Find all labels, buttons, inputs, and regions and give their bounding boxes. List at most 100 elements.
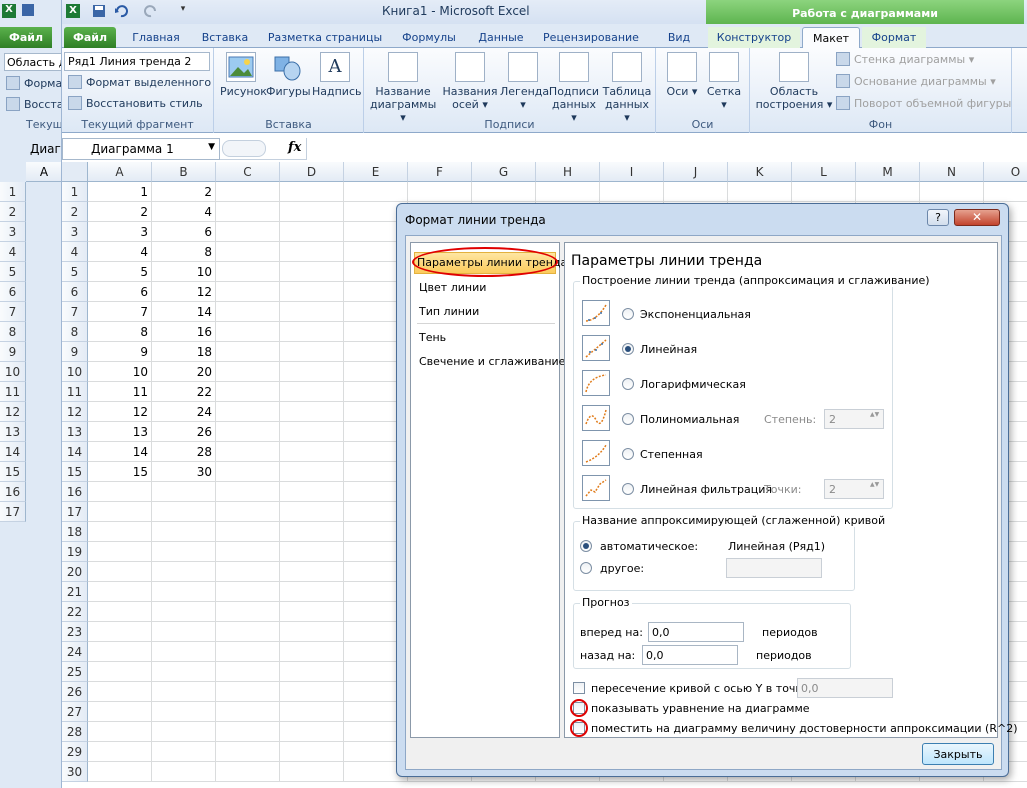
formula-splitter[interactable] (222, 140, 266, 157)
row-header[interactable]: 4 (62, 242, 88, 262)
cell[interactable] (280, 542, 344, 562)
cell[interactable] (216, 562, 280, 582)
picture-button[interactable]: Рисунок (220, 52, 267, 98)
back-restore-button[interactable]: Восста (6, 97, 61, 111)
cell[interactable] (216, 402, 280, 422)
cell[interactable]: 26 (152, 422, 216, 442)
cell[interactable] (408, 182, 472, 202)
cell[interactable]: 8 (88, 322, 152, 342)
cell[interactable] (280, 742, 344, 762)
row-header[interactable]: 2 (62, 202, 88, 222)
help-button[interactable]: ? (927, 209, 949, 226)
cell[interactable]: 10 (88, 362, 152, 382)
nav-glow-soft-edges[interactable]: Свечение и сглаживание (419, 355, 565, 368)
cell[interactable] (280, 722, 344, 742)
cell[interactable] (216, 762, 280, 782)
cell[interactable] (216, 522, 280, 542)
cell[interactable] (152, 522, 216, 542)
cell[interactable] (216, 222, 280, 242)
row-header[interactable]: 9 (62, 342, 88, 362)
row-header[interactable]: 1 (62, 182, 88, 202)
chart-wall-button[interactable]: Стенка диаграммы ▾ (836, 51, 974, 69)
tab-data[interactable]: Данные (472, 27, 530, 48)
cell[interactable] (280, 362, 344, 382)
back-file-tab[interactable]: Файл (0, 27, 52, 48)
cell[interactable] (472, 182, 536, 202)
tab-layout[interactable]: Макет (802, 27, 860, 48)
cell[interactable] (280, 322, 344, 342)
cell[interactable]: 7 (88, 302, 152, 322)
insert-function-icon[interactable]: fx (288, 140, 301, 155)
cell[interactable]: 13 (88, 422, 152, 442)
column-header[interactable]: C (216, 162, 280, 182)
cell[interactable]: 3 (88, 222, 152, 242)
cell[interactable] (216, 342, 280, 362)
tab-insert[interactable]: Вставка (194, 27, 256, 48)
cell[interactable] (152, 742, 216, 762)
row-header[interactable]: 16 (62, 482, 88, 502)
cell[interactable] (216, 262, 280, 282)
cell[interactable] (216, 682, 280, 702)
tab-formulas[interactable]: Формулы (396, 27, 462, 48)
cell[interactable]: 6 (88, 282, 152, 302)
row-header[interactable]: 30 (62, 762, 88, 782)
row-header[interactable]: 25 (62, 662, 88, 682)
cell[interactable] (216, 282, 280, 302)
chart-elements-dropdown[interactable]: Ряд1 Линия тренда 2 (64, 52, 210, 71)
forward-input[interactable]: 0,0 (648, 622, 744, 642)
format-selection-button[interactable]: Формат выделенного (68, 74, 211, 92)
cell[interactable]: 11 (88, 382, 152, 402)
radio-polynomial[interactable] (622, 413, 634, 425)
cell[interactable] (216, 742, 280, 762)
row-header[interactable]: 14 (62, 442, 88, 462)
cell[interactable] (280, 682, 344, 702)
chevron-down-icon[interactable]: ▼ (208, 142, 215, 152)
cell[interactable] (216, 642, 280, 662)
column-header[interactable]: O (984, 162, 1027, 182)
cell[interactable]: 22 (152, 382, 216, 402)
cell[interactable] (280, 402, 344, 422)
radio-exponential[interactable] (622, 308, 634, 320)
cell[interactable] (216, 462, 280, 482)
cell[interactable] (88, 642, 152, 662)
column-header[interactable]: L (792, 162, 856, 182)
cell[interactable] (88, 522, 152, 542)
cell[interactable] (280, 182, 344, 202)
column-header[interactable]: A (88, 162, 152, 182)
label-power[interactable]: Степенная (640, 448, 703, 461)
backward-input[interactable]: 0,0 (642, 645, 738, 665)
cell[interactable] (88, 622, 152, 642)
row-header[interactable]: 23 (62, 622, 88, 642)
radio-name-auto[interactable] (580, 540, 592, 552)
cell[interactable]: 14 (88, 442, 152, 462)
cell[interactable] (152, 722, 216, 742)
formula-input[interactable] (306, 138, 1027, 160)
cell[interactable] (280, 642, 344, 662)
cell[interactable] (216, 702, 280, 722)
data-labels-button[interactable]: Подписи данных ▾ (548, 52, 600, 124)
tab-file[interactable]: Файл (64, 27, 116, 48)
data-table-button[interactable]: Таблица данных ▾ (602, 52, 652, 124)
tab-view[interactable]: Вид (654, 27, 704, 48)
row-header[interactable]: 3 (62, 222, 88, 242)
cell[interactable] (920, 182, 984, 202)
cell[interactable]: 14 (152, 302, 216, 322)
cell[interactable] (280, 382, 344, 402)
cell[interactable] (152, 642, 216, 662)
customize-qat-icon[interactable]: ▾ (176, 4, 190, 18)
cell[interactable] (280, 562, 344, 582)
cell[interactable] (280, 422, 344, 442)
cell[interactable] (152, 762, 216, 782)
gridlines-button[interactable]: Сетка ▾ (704, 52, 744, 111)
cell[interactable] (280, 462, 344, 482)
cell[interactable]: 4 (88, 242, 152, 262)
radio-power[interactable] (622, 448, 634, 460)
points-stepper[interactable]: 2 (824, 479, 884, 499)
cell[interactable] (152, 622, 216, 642)
column-header[interactable]: H (536, 162, 600, 182)
reset-style-button[interactable]: Восстановить стиль (68, 95, 203, 113)
cell[interactable] (280, 302, 344, 322)
cell[interactable]: 6 (152, 222, 216, 242)
row-header[interactable]: 10 (62, 362, 88, 382)
cell[interactable] (280, 522, 344, 542)
